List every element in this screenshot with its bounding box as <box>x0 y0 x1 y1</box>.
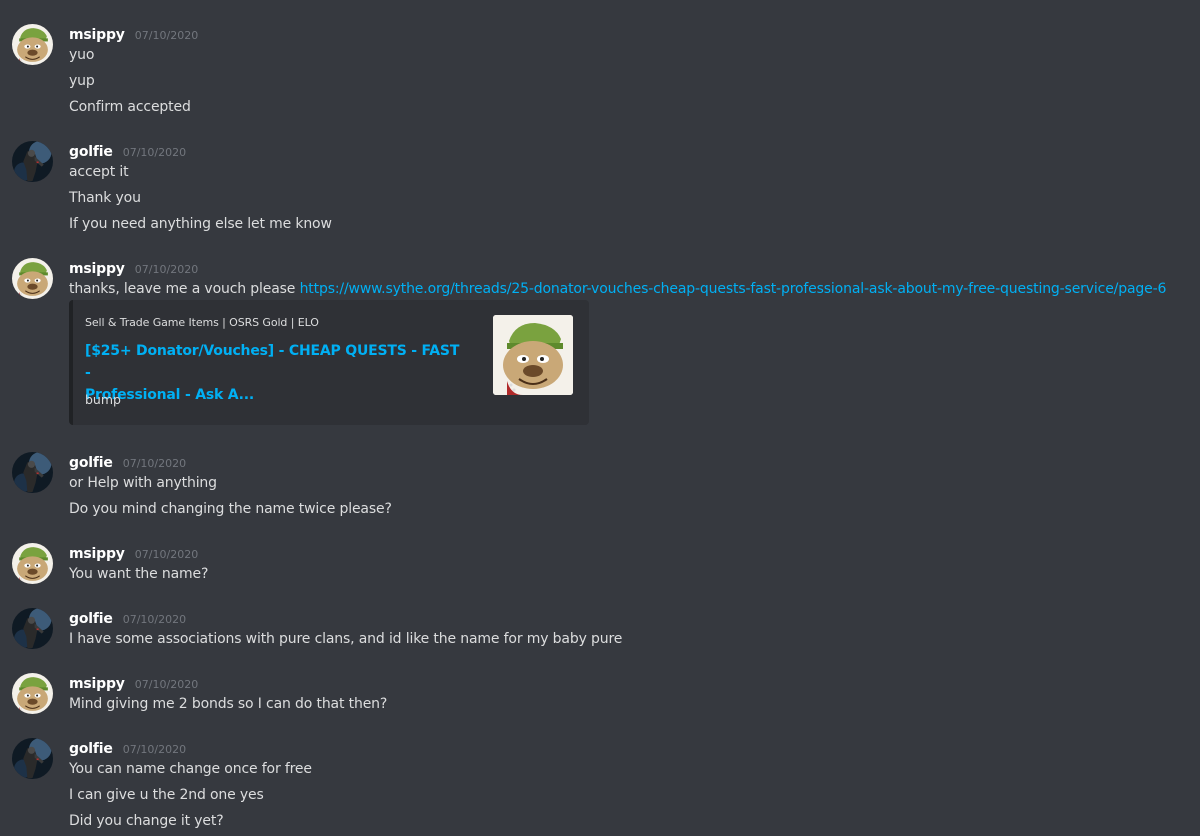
username[interactable]: golfie <box>69 611 113 627</box>
timestamp: 07/10/2020 <box>122 613 187 626</box>
username[interactable]: msippy <box>69 261 125 277</box>
message-header: msippy 07/10/2020 <box>69 24 198 44</box>
message-text: accept it <box>69 164 129 180</box>
message-text: Did you change it yet? <box>69 813 224 829</box>
message-header: msippy 07/10/2020 <box>69 258 198 278</box>
dark-figure-icon[interactable] <box>12 452 53 493</box>
bulldog-icon[interactable] <box>12 258 53 299</box>
link-embed: Sell & Trade Game Items | OSRS Gold | EL… <box>69 300 589 425</box>
embed-title[interactable]: [$25+ Donator/Vouches] - CHEAP QUESTS - … <box>85 340 465 406</box>
message-text: Do you mind changing the name twice plea… <box>69 501 392 517</box>
embed-title-line: [$25+ Donator/Vouches] - CHEAP QUESTS - … <box>85 343 460 381</box>
embed-provider: Sell & Trade Game Items | OSRS Gold | EL… <box>85 316 319 329</box>
message-text: yuo <box>69 47 95 63</box>
bulldog-thumbnail-icon[interactable] <box>493 315 573 395</box>
message-text: yup <box>69 73 95 89</box>
dark-figure-icon[interactable] <box>12 141 53 182</box>
username[interactable]: golfie <box>69 741 113 757</box>
message-text: You want the name? <box>69 566 209 582</box>
message-text: I have some associations with pure clans… <box>69 631 623 647</box>
message-header: msippy 07/10/2020 <box>69 673 198 693</box>
message-header: golfie 07/10/2020 <box>69 141 186 161</box>
bulldog-icon[interactable] <box>12 543 53 584</box>
message-header: msippy 07/10/2020 <box>69 543 198 563</box>
timestamp: 07/10/2020 <box>134 548 199 561</box>
timestamp: 07/10/2020 <box>122 146 187 159</box>
timestamp: 07/10/2020 <box>122 457 187 470</box>
message-text: Mind giving me 2 bonds so I can do that … <box>69 696 388 712</box>
username[interactable]: msippy <box>69 676 125 692</box>
message-text: You can name change once for free <box>69 761 312 777</box>
timestamp: 07/10/2020 <box>134 678 199 691</box>
message-text-prefix: thanks, leave me a vouch please <box>69 281 300 297</box>
bulldog-icon[interactable] <box>12 673 53 714</box>
thread-link[interactable]: https://www.sythe.org/threads/25-donator… <box>300 281 1167 297</box>
username[interactable]: msippy <box>69 27 125 43</box>
chat-messages: msippy 07/10/2020 yuo yup Confirm accept… <box>0 0 1200 836</box>
embed-description: bump <box>85 392 121 407</box>
timestamp: 07/10/2020 <box>134 263 199 276</box>
username[interactable]: msippy <box>69 546 125 562</box>
message-text: or Help with anything <box>69 475 217 491</box>
message-text: thanks, leave me a vouch please https://… <box>69 280 1166 298</box>
username[interactable]: golfie <box>69 144 113 160</box>
timestamp: 07/10/2020 <box>134 29 199 42</box>
message-text: If you need anything else let me know <box>69 216 332 232</box>
message-text: Thank you <box>69 190 141 206</box>
username[interactable]: golfie <box>69 455 113 471</box>
message-header: golfie 07/10/2020 <box>69 608 186 628</box>
message-header: golfie 07/10/2020 <box>69 738 186 758</box>
timestamp: 07/10/2020 <box>122 743 187 756</box>
bulldog-icon[interactable] <box>12 24 53 65</box>
message-text: I can give u the 2nd one yes <box>69 787 264 803</box>
message-text: Confirm accepted <box>69 99 191 115</box>
dark-figure-icon[interactable] <box>12 738 53 779</box>
message-header: golfie 07/10/2020 <box>69 452 186 472</box>
embed-title-line: Professional - Ask A... <box>85 387 255 403</box>
dark-figure-icon[interactable] <box>12 608 53 649</box>
